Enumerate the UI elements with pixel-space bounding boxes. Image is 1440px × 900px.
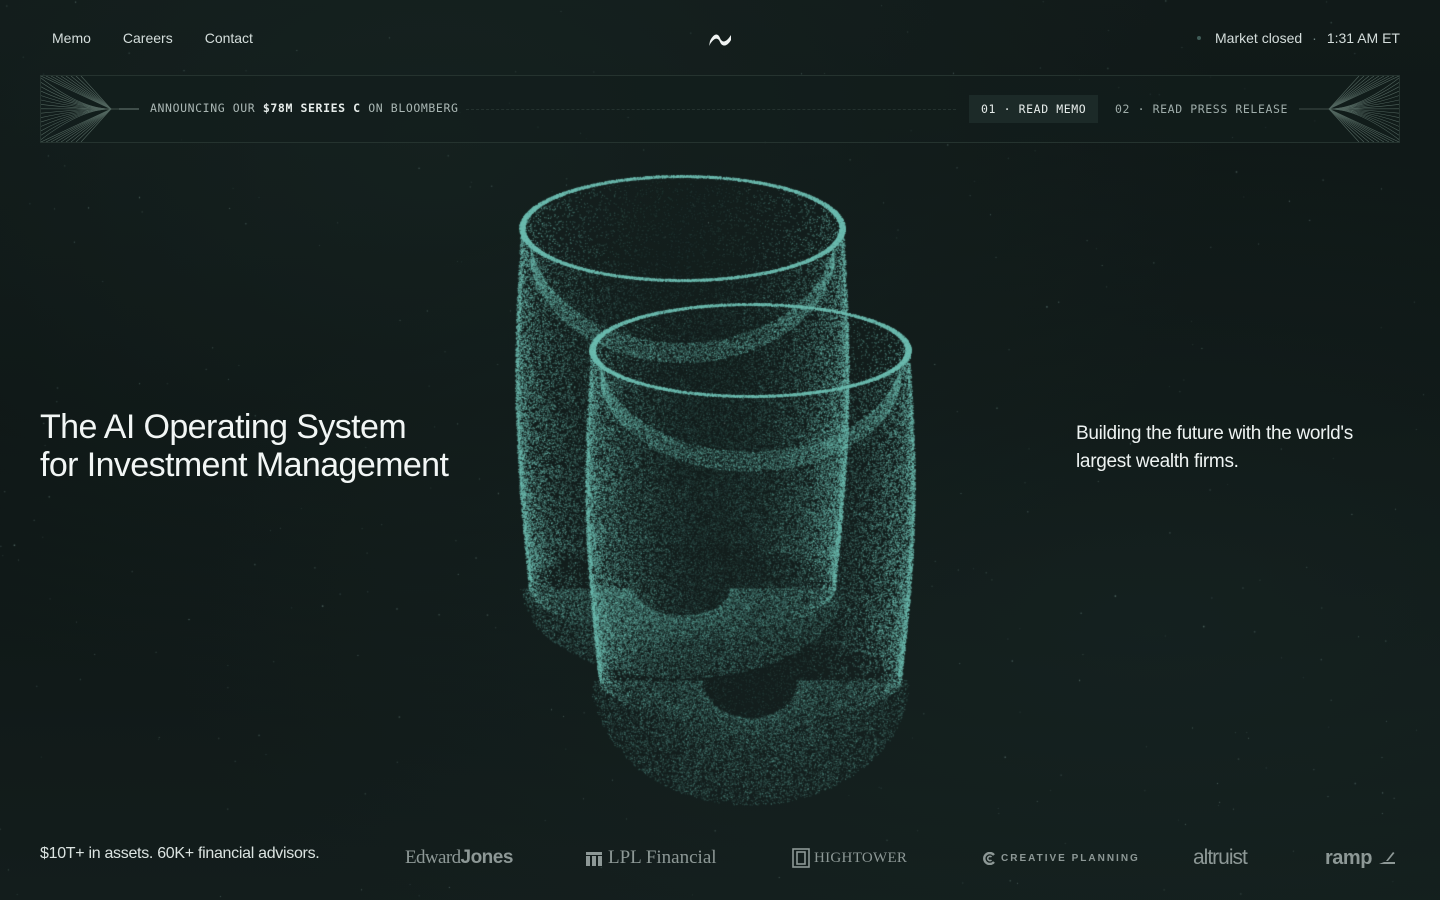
top-nav: Memo Careers Contact (52, 30, 253, 46)
hero-headline-line2: for Investment Management (40, 446, 449, 484)
announcement-suffix: ON BLOOMBERG (368, 101, 459, 115)
ramp-mark-icon (1378, 852, 1395, 864)
market-time: 1:31 AM ET (1326, 30, 1400, 46)
announcement-banner: ANNOUNCING OUR $78M SERIES C ON BLOOMBER… (40, 75, 1400, 143)
logo-creative-planning: CREATIVE PLANNING (983, 840, 1140, 876)
nav-link-memo[interactable]: Memo (52, 30, 91, 46)
creative-planning-mark-icon (983, 851, 995, 865)
hero-subheadline: Building the future with the world's lar… (1076, 423, 1353, 472)
announcement-highlight: $78M SERIES C (262, 101, 361, 115)
logo-edward-jones: Edward Jones (405, 840, 513, 876)
banner-dashed-divider (466, 109, 956, 110)
nav-link-careers[interactable]: Careers (123, 30, 173, 46)
hero-headline: The AI Operating System for Investment M… (40, 408, 449, 484)
nav-link-contact[interactable]: Contact (205, 30, 253, 46)
logo-hightower-text: HIGHTOWER (814, 849, 908, 866)
market-status-text: Market closed (1215, 30, 1303, 46)
banner-left-connector (119, 108, 139, 110)
logo-edward-jones-a: Edward (405, 847, 461, 868)
announcement-text[interactable]: ANNOUNCING OUR $78M SERIES C ON BLOOMBER… (150, 101, 459, 115)
market-status: Market closed · 1:31 AM ET (1197, 30, 1400, 46)
logo-hightower: HIGHTOWER (792, 840, 907, 876)
hightower-mark-icon (792, 848, 810, 868)
logo-ramp-text: ramp (1325, 846, 1372, 869)
announcement-prefix: ANNOUNCING OUR (150, 101, 256, 115)
logo-edward-jones-b: Jones (460, 847, 514, 868)
logo-lpl-text: LPL Financial (608, 847, 717, 868)
page: Memo Careers Contact Market closed · 1:3… (0, 0, 1440, 900)
status-dot-icon (1197, 36, 1202, 40)
logo-altruist: altruist (1193, 846, 1248, 869)
logo-mark-icon[interactable] (706, 30, 734, 50)
read-memo-button[interactable]: 01 · READ MEMO (969, 95, 1099, 123)
logo-ramp: ramp (1325, 840, 1396, 876)
logo-lpl-financial: LPL Financial (586, 840, 717, 876)
lpl-mark-icon (586, 852, 602, 866)
banner-right-ornament (1299, 76, 1399, 142)
client-logos: Edward Jones LPL Financial HIGHTOWER CRE… (0, 840, 1440, 876)
logo-creative-planning-text: CREATIVE PLANNING (1001, 852, 1140, 864)
hero-headline-line1: The AI Operating System (40, 408, 407, 446)
read-press-release-button[interactable]: 02 · READ PRESS RELEASE (1113, 95, 1290, 123)
particle-cup-illustration (480, 160, 960, 820)
status-separator: · (1312, 30, 1317, 46)
